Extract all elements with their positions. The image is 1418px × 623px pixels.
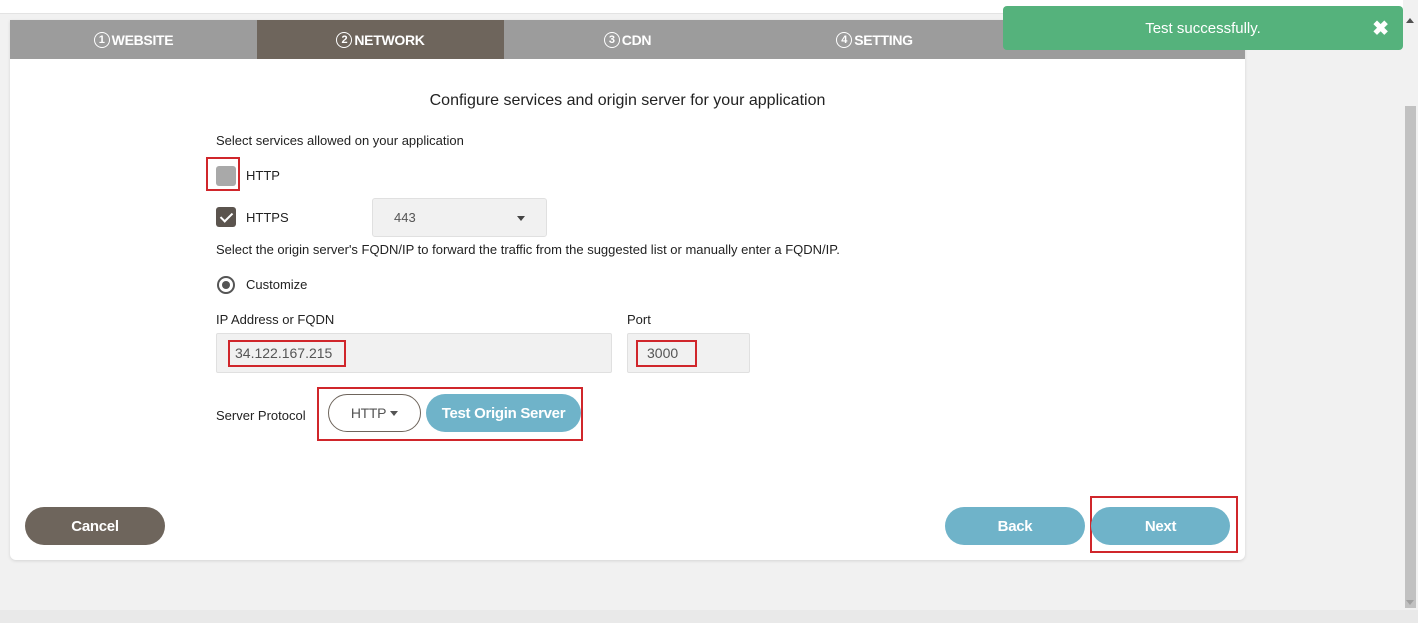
port-value-highlight	[636, 340, 697, 367]
step-label: WEBSITE	[111, 31, 174, 48]
step-label: CDN	[621, 31, 652, 48]
ip-label: IP Address or FQDN	[216, 312, 335, 327]
protocol-value: HTTP	[350, 405, 387, 421]
wizard-card: 1 WEBSITE 2 NETWORK 3 CDN 4 SETTING Conf…	[10, 20, 1245, 560]
step-setting[interactable]: 4 SETTING	[751, 20, 998, 59]
step-number: 1	[93, 31, 110, 48]
step-number: 2	[336, 31, 353, 48]
cancel-button[interactable]: Cancel	[25, 507, 165, 545]
scroll-up-arrow-icon[interactable]	[1406, 18, 1414, 23]
https-checkbox[interactable]	[216, 207, 236, 227]
port-label: Port	[627, 312, 651, 327]
step-number: 4	[836, 31, 853, 48]
step-network[interactable]: 2 NETWORK	[257, 20, 504, 59]
next-button[interactable]: Next	[1091, 507, 1230, 545]
step-website[interactable]: 1 WEBSITE	[10, 20, 257, 59]
https-label: HTTPS	[246, 210, 289, 225]
http-checkbox[interactable]	[216, 166, 236, 186]
customize-radio[interactable]	[217, 276, 235, 294]
vertical-scrollbar[interactable]	[1403, 14, 1418, 610]
ip-value-highlight	[228, 340, 346, 367]
bottom-strip	[0, 610, 1418, 623]
close-icon[interactable]: ✖	[1372, 16, 1389, 41]
step-label: NETWORK	[354, 31, 425, 48]
scroll-thumb[interactable]	[1405, 106, 1416, 608]
success-toast: Test successfully. ✖	[1003, 6, 1403, 50]
protocol-dropdown[interactable]: HTTP	[328, 394, 421, 432]
chevron-down-icon	[517, 216, 525, 221]
http-label: HTTP	[246, 168, 280, 183]
services-label: Select services allowed on your applicat…	[216, 133, 464, 148]
https-port-select[interactable]: 443	[372, 198, 547, 237]
page-title: Configure services and origin server for…	[429, 92, 826, 109]
step-cdn[interactable]: 3 CDN	[504, 20, 751, 59]
step-label: SETTING	[854, 31, 913, 48]
origin-description: Select the origin server's FQDN/IP to fo…	[216, 242, 840, 257]
back-button[interactable]: Back	[945, 507, 1085, 545]
scroll-down-arrow-icon[interactable]	[1406, 600, 1414, 605]
https-port-value: 443	[394, 210, 416, 225]
customize-label: Customize	[246, 277, 308, 292]
step-number: 3	[603, 31, 620, 48]
test-origin-server-button[interactable]: Test Origin Server	[426, 394, 581, 432]
caret-down-icon	[390, 410, 399, 416]
toast-message: Test successfully.	[1145, 19, 1261, 37]
server-protocol-label: Server Protocol	[216, 408, 306, 423]
